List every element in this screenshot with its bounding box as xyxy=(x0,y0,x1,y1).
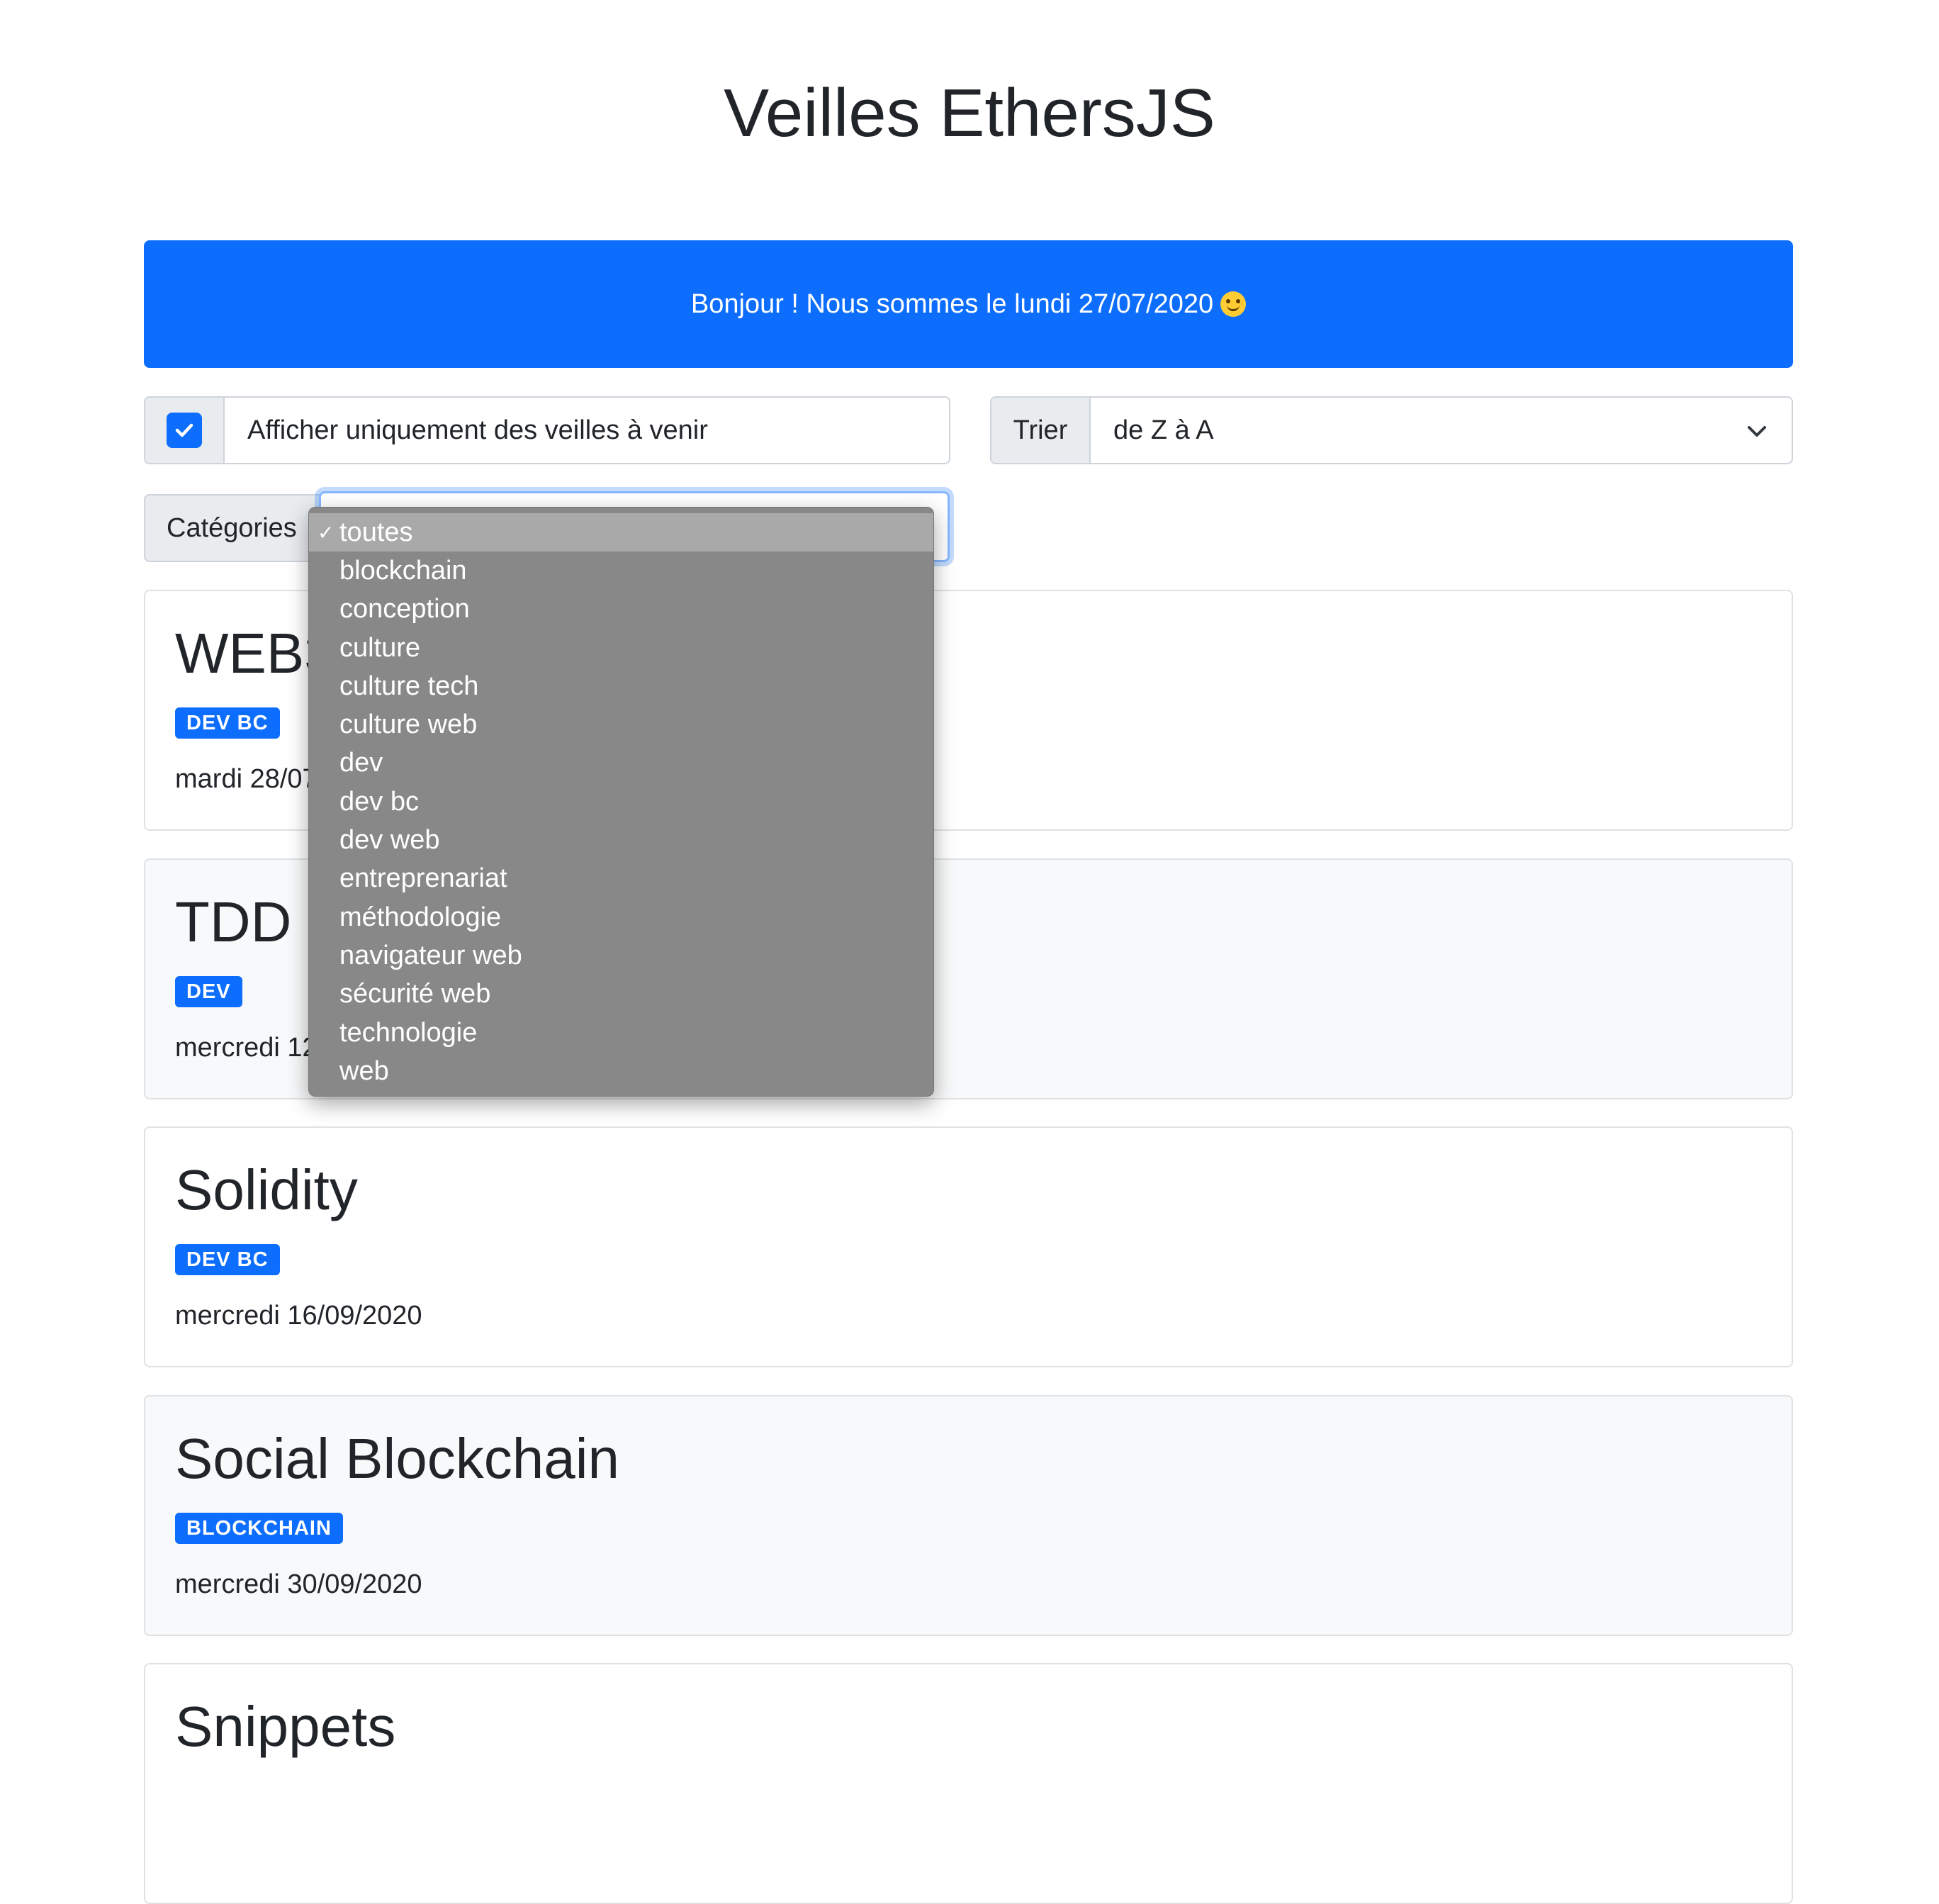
category-option[interactable]: web xyxy=(309,1052,933,1090)
option-label: entreprenariat xyxy=(339,863,507,894)
card-date: mercredi 30/09/2020 xyxy=(175,1569,422,1599)
option-label: culture xyxy=(339,632,421,663)
greeting-alert: Bonjour ! Nous sommes le lundi 27/07/202… xyxy=(144,240,1793,368)
category-option-toutes[interactable]: ✓ toutes xyxy=(309,513,933,552)
option-label: conception xyxy=(339,594,470,625)
categories-label: Catégories xyxy=(144,494,328,562)
option-label: navigateur web xyxy=(339,940,522,970)
category-option[interactable]: conception xyxy=(309,590,933,629)
card-title: Snippets xyxy=(175,1695,396,1758)
option-label: blockchain xyxy=(339,555,467,586)
sort-label: Trier xyxy=(991,398,1091,463)
smiley-emoji-icon xyxy=(1220,291,1247,317)
veille-card[interactable]: Snippets xyxy=(144,1663,1793,1904)
checkbox-addon xyxy=(145,398,225,463)
card-date: mercredi 16/09/2020 xyxy=(175,1301,422,1331)
category-option[interactable]: technologie xyxy=(309,1014,933,1052)
option-label: sécurité web xyxy=(339,979,491,1009)
card-title: TDD xyxy=(175,890,292,953)
card-title: Solidity xyxy=(175,1158,358,1221)
category-badge: DEV BC xyxy=(175,1244,280,1275)
category-option[interactable]: entreprenariat xyxy=(309,860,933,898)
veille-card[interactable]: Solidity DEV BC mercredi 16/09/2020 xyxy=(144,1126,1793,1367)
option-label: culture web xyxy=(339,710,478,740)
category-option[interactable]: sécurité web xyxy=(309,975,933,1014)
selected-check-icon: ✓ xyxy=(317,521,335,544)
upcoming-only-checkbox[interactable] xyxy=(167,413,202,448)
category-option[interactable]: dev xyxy=(309,744,933,783)
chevron-down-icon xyxy=(1748,426,1766,437)
veille-card[interactable]: Social Blockchain BLOCKCHAIN mercredi 30… xyxy=(144,1395,1793,1636)
sort-select-value: de Z à A xyxy=(1113,415,1214,445)
category-option[interactable]: blockchain xyxy=(309,551,933,590)
option-label: méthodologie xyxy=(339,902,502,932)
sort-select[interactable]: de Z à A xyxy=(1091,398,1792,463)
option-label: web xyxy=(339,1055,389,1086)
category-option[interactable]: culture xyxy=(309,629,933,667)
categories-dropdown-menu: ✓ toutes blockchain conception culture c… xyxy=(308,507,934,1097)
card-title: Social Blockchain xyxy=(175,1427,619,1490)
category-option[interactable]: dev bc xyxy=(309,783,933,821)
option-label: dev xyxy=(339,748,383,778)
upcoming-only-label: Afficher uniquement des veilles à venir xyxy=(247,415,708,445)
sort-group: Trier de Z à A xyxy=(990,396,1793,464)
category-badge: DEV BC xyxy=(175,707,280,739)
category-option[interactable]: dev web xyxy=(309,821,933,859)
option-label: dev bc xyxy=(339,786,419,817)
category-option[interactable]: culture web xyxy=(309,705,933,744)
category-option[interactable]: méthodologie xyxy=(309,898,933,936)
option-label: toutes xyxy=(339,517,413,547)
category-option[interactable]: culture tech xyxy=(309,667,933,705)
option-label: culture tech xyxy=(339,671,479,701)
page-title: Veilles EthersJS xyxy=(724,75,1215,151)
option-label: dev web xyxy=(339,825,440,856)
category-badge: DEV xyxy=(175,976,242,1007)
category-badge: BLOCKCHAIN xyxy=(175,1513,343,1544)
option-label: technologie xyxy=(339,1017,478,1048)
greeting-text: Bonjour ! Nous sommes le lundi 27/07/202… xyxy=(690,289,1214,319)
checkmark-icon xyxy=(175,423,193,437)
category-option[interactable]: navigateur web xyxy=(309,936,933,975)
upcoming-filter-group: Afficher uniquement des veilles à venir xyxy=(144,396,950,464)
